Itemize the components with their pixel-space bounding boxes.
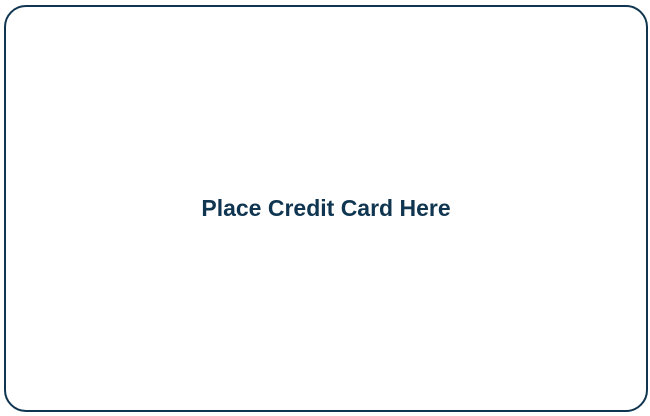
credit-card-placeholder[interactable]: Place Credit Card Here [4, 5, 648, 412]
card-placeholder-label: Place Credit Card Here [201, 195, 451, 221]
